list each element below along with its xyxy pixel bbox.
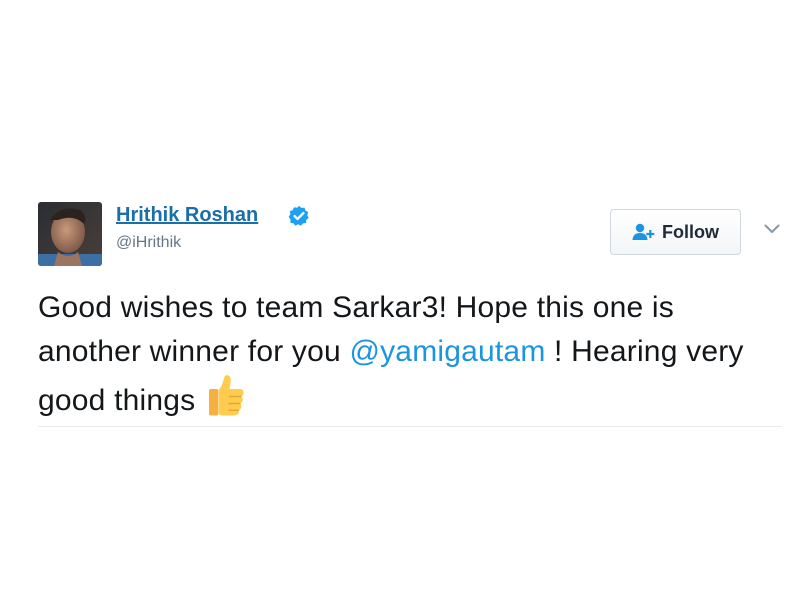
chevron-down-icon[interactable] xyxy=(764,224,780,234)
tweet-card: Hrithik Roshan @iHrithik Follow Good wis… xyxy=(38,200,782,430)
mention-link[interactable]: @yamigautam xyxy=(349,335,545,368)
avatar[interactable] xyxy=(38,202,102,266)
verified-badge-icon xyxy=(288,205,309,226)
tweet-text: Good wishes to team Sarkar3! Hope this o… xyxy=(38,286,782,423)
author-handle[interactable]: @iHrithik xyxy=(116,234,181,252)
follow-button[interactable]: Follow xyxy=(610,209,741,255)
divider xyxy=(38,426,782,427)
thumbs-up-icon xyxy=(209,375,244,416)
author-name[interactable]: Hrithik Roshan xyxy=(116,204,258,227)
add-user-icon xyxy=(632,223,655,240)
follow-button-label: Follow xyxy=(662,221,719,242)
